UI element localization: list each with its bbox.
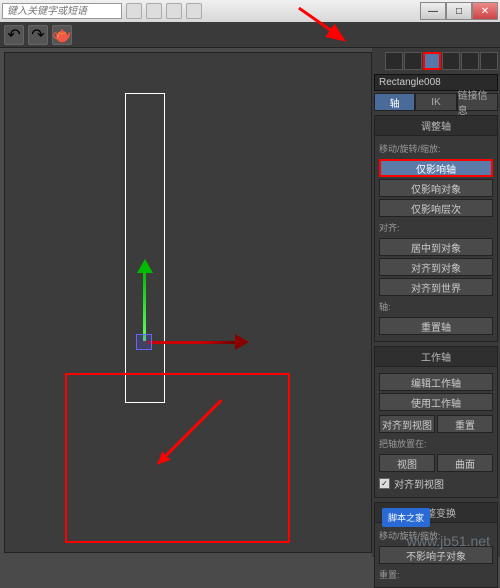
align-to-object-button[interactable]: 对齐到对象 <box>379 258 493 276</box>
tab-utilities[interactable] <box>480 52 498 70</box>
title-bar: — □ ✕ <box>0 0 500 22</box>
rollout-adjust-pivot: 调整轴 移动/旋转/缩放: 仅影响轴 仅影响对象 仅影响层次 对齐: 居中到对象… <box>374 115 498 342</box>
sign-in-icon[interactable] <box>186 3 202 19</box>
align-to-view-button[interactable]: 对齐到视图 <box>379 415 435 433</box>
group-label-move: 移动/旋转/缩放: <box>379 527 493 544</box>
rollout-working-pivot: 工作轴 编辑工作轴 使用工作轴 对齐到视图 重置 把轴放置在: 视图 曲面 ✓ … <box>374 346 498 498</box>
align-to-world-button[interactable]: 对齐到世界 <box>379 278 493 296</box>
search-input[interactable] <box>2 3 122 19</box>
subtab-link-info[interactable]: 链接信息 <box>457 93 498 111</box>
command-panel: Rectangle008 轴 IK 链接信息 调整轴 移动/旋转/缩放: 仅影响… <box>372 48 500 557</box>
y-axis-arrow-icon[interactable] <box>137 259 153 273</box>
edit-working-pivot-button[interactable]: 编辑工作轴 <box>379 373 493 391</box>
close-button[interactable]: ✕ <box>472 2 498 20</box>
logo-badge: 脚本之家 <box>382 508 430 527</box>
annotation-arrow-icon <box>160 400 230 470</box>
place-surface-button[interactable]: 曲面 <box>437 454 493 472</box>
tab-motion[interactable] <box>442 52 460 70</box>
group-label-move: 移动/旋转/缩放: <box>379 140 493 157</box>
affect-pivot-only-button[interactable]: 仅影响轴 <box>379 159 493 177</box>
center-to-object-button[interactable]: 居中到对象 <box>379 238 493 256</box>
redo-icon[interactable]: ↷ <box>28 25 48 45</box>
x-axis[interactable] <box>147 341 237 344</box>
rectangle-shape <box>125 93 165 403</box>
group-label-axis: 轴: <box>379 298 493 315</box>
dont-affect-children-button[interactable]: 不影响子对象 <box>379 546 493 564</box>
viewport[interactable] <box>4 52 372 553</box>
help-icon[interactable] <box>166 3 182 19</box>
use-working-pivot-button[interactable]: 使用工作轴 <box>379 393 493 411</box>
gizmo-origin[interactable] <box>136 334 152 350</box>
tab-hierarchy[interactable] <box>423 52 441 70</box>
group-label-align: 对齐: <box>379 219 493 236</box>
rollout-header[interactable]: 工作轴 <box>375 347 497 367</box>
align-to-view-label: 对齐到视图 <box>394 476 444 491</box>
search-icon[interactable] <box>126 3 142 19</box>
minimize-button[interactable]: — <box>420 2 446 20</box>
align-to-view-checkbox[interactable]: ✓ <box>379 478 390 489</box>
main-toolbar: ↶ ↷ 🫖 <box>0 22 500 48</box>
subtab-pivot[interactable]: 轴 <box>374 93 415 111</box>
group-label-reset: 重置: <box>379 566 493 583</box>
reset-pivot-button[interactable]: 重置轴 <box>379 317 493 335</box>
group-label-place-pivot: 把轴放置在: <box>379 435 493 452</box>
y-axis[interactable] <box>143 271 146 341</box>
place-view-button[interactable]: 视图 <box>379 454 435 472</box>
affect-object-only-button[interactable]: 仅影响对象 <box>379 179 493 197</box>
maximize-button[interactable]: □ <box>446 2 472 20</box>
x-axis-arrow-icon[interactable] <box>235 334 249 350</box>
panel-tabs <box>374 50 498 72</box>
reset-working-pivot-button[interactable]: 重置 <box>437 415 493 433</box>
teapot-icon[interactable]: 🫖 <box>52 25 72 45</box>
undo-icon[interactable]: ↶ <box>4 25 24 45</box>
affect-hierarchy-only-button[interactable]: 仅影响层次 <box>379 199 493 217</box>
tab-create[interactable] <box>385 52 403 70</box>
tab-display[interactable] <box>461 52 479 70</box>
subtab-ik[interactable]: IK <box>415 93 456 111</box>
dropdown-icon[interactable] <box>146 3 162 19</box>
window-controls: — □ ✕ <box>420 2 498 20</box>
rollout-header[interactable]: 调整轴 <box>375 116 497 136</box>
tab-modify[interactable] <box>404 52 422 70</box>
hierarchy-subtabs: 轴 IK 链接信息 <box>374 93 498 111</box>
